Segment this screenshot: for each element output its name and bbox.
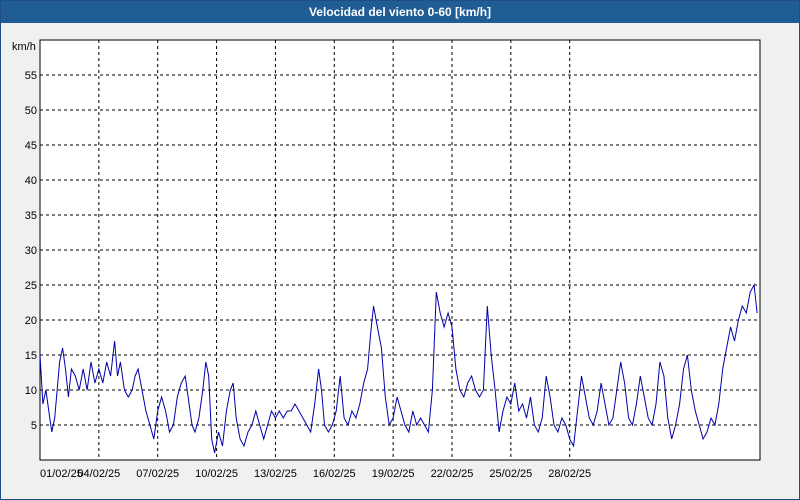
x-tick-label: 25/02/25 (489, 468, 532, 480)
x-tick-label: 22/02/25 (431, 468, 474, 480)
x-tick-label: 01/02/25 (40, 468, 83, 480)
y-tick-label: 25 (25, 280, 37, 292)
y-tick-label: 30 (25, 245, 37, 257)
x-tick-label: 07/02/25 (136, 468, 179, 480)
y-tick-label: 50 (25, 105, 37, 117)
x-tick-label: 13/02/25 (254, 468, 297, 480)
y-tick-label: 15 (25, 350, 37, 362)
x-tick-label: 04/02/25 (77, 468, 120, 480)
x-tick-label: 16/02/25 (313, 468, 356, 480)
x-tick-label: 10/02/25 (195, 468, 238, 480)
y-tick-label: 10 (25, 385, 37, 397)
y-axis-ticks: 5 10 15 20 25 30 35 40 45 50 55 (25, 70, 37, 432)
y-tick-label: 35 (25, 210, 37, 222)
y-tick-label: 40 (25, 175, 37, 187)
y-tick-label: 20 (25, 315, 37, 327)
y-axis-label: km/h (12, 41, 36, 53)
chart-svg: 5 10 15 20 25 30 35 40 45 50 55 01/02/2504/02/25 07… (12, 39, 761, 480)
y-tick-label: 45 (25, 140, 37, 152)
x-axis-ticks: 01/02/2504/02/25 07/02/25 10/02/25 13/02/25… (40, 468, 591, 480)
x-tick-label: 19/02/25 (372, 468, 415, 480)
x-tick-label: 28/02/25 (548, 468, 591, 480)
y-tick-label: 5 (31, 420, 37, 432)
y-tick-label: 55 (25, 70, 37, 82)
